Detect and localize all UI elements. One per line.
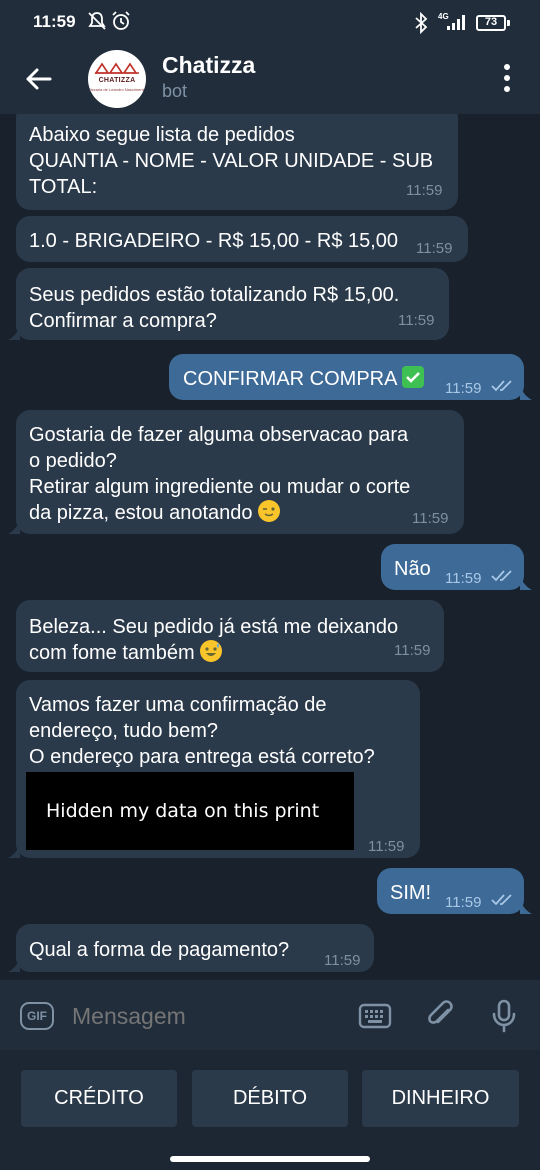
menu-dot — [504, 75, 510, 81]
message-time: 11:59 — [398, 312, 435, 329]
read-double-check-icon — [491, 894, 512, 906]
battery-level: 73 — [484, 16, 498, 28]
grinning-sweat-emoji-icon — [200, 640, 223, 662]
home-indicator[interactable] — [170, 1156, 370, 1162]
message-bubble-incoming[interactable]: Gostaria de fazer alguma observacao para… — [8, 410, 464, 534]
signal-icon — [447, 15, 465, 30]
message-text: Beleza... Seu pedido já está me deixando… — [29, 614, 398, 666]
battery-nub — [507, 20, 510, 26]
avatar[interactable]: CHATIZZA Pizzaria de Leandro Nascimento — [88, 50, 146, 108]
winking-face-emoji-icon — [258, 500, 281, 522]
message-text: Não — [394, 558, 431, 580]
message-bubble-outgoing[interactable]: CONFIRMAR COMPRA 11:59 — [169, 354, 532, 400]
gif-icon[interactable]: GIF — [20, 1002, 54, 1030]
chat-subtitle: bot — [162, 81, 188, 101]
back-arrow-icon[interactable] — [20, 60, 58, 98]
bot-keyboard-icon[interactable] — [358, 1002, 392, 1030]
avatar-logo-text: CHATIZZA — [98, 77, 136, 84]
chat-title[interactable]: Chatizza — [162, 52, 255, 79]
reply-button-credito[interactable]: CRÉDITO — [21, 1070, 177, 1127]
bubble-tail — [8, 844, 20, 858]
message-text: Seus pedidos estão totalizando R$ 15,00.… — [29, 284, 400, 332]
message-bubble-incoming[interactable]: Qual a forma de pagamento? 11:59 — [8, 924, 374, 972]
reply-button-debito[interactable]: DÉBITO — [192, 1070, 348, 1127]
message-bubble-incoming[interactable]: 1.0 - BRIGADEIRO - R$ 15,00 - R$ 15,00 1… — [16, 216, 468, 262]
message-bubble-incoming[interactable]: Beleza... Seu pedido já está me deixando… — [16, 600, 444, 672]
message-time: 11:59 — [406, 182, 443, 199]
read-double-check-icon — [491, 380, 512, 392]
more-options-icon[interactable] — [496, 62, 518, 94]
message-text: Vamos fazer uma confirmação de endereço,… — [29, 694, 375, 768]
attach-paperclip-icon[interactable] — [424, 998, 458, 1032]
pizza-logo-icon — [94, 62, 139, 74]
message-time: 11:59 — [416, 240, 453, 257]
message-bubble-outgoing[interactable]: Não 11:59 — [381, 544, 532, 590]
message-bubble-incoming[interactable]: Vamos fazer uma confirmação de endereço,… — [8, 680, 420, 858]
message-time: 11:59 — [394, 642, 431, 659]
message-time: 11:59 — [368, 838, 405, 855]
chat-header: CHATIZZA Pizzaria de Leandro Nascimento … — [0, 44, 540, 114]
message-text: Abaixo segue lista de pedidos QUANTIA - … — [29, 124, 434, 198]
message-bubble-incoming[interactable]: Seus pedidos estão totalizando R$ 15,00.… — [8, 268, 449, 340]
bluetooth-icon — [415, 12, 428, 34]
menu-dot — [504, 64, 510, 70]
bubble-tail — [520, 900, 532, 914]
bubble-tail — [520, 576, 532, 590]
reply-button-dinheiro[interactable]: DINHEIRO — [362, 1070, 519, 1127]
message-text: Gostaria de fazer alguma observacao para… — [29, 422, 410, 526]
read-double-check-icon — [491, 570, 512, 582]
mute-icon — [88, 12, 106, 30]
bubble-tail — [8, 520, 20, 534]
redacted-note: Hidden my data on this print — [46, 800, 320, 822]
message-text: 1.0 - BRIGADEIRO - R$ 15,00 - R$ 15,00 — [29, 230, 399, 252]
microphone-icon[interactable] — [490, 998, 518, 1034]
message-time: 11:59 — [445, 570, 482, 587]
bubble-tail — [8, 326, 20, 340]
reply-keyboard: CRÉDITO DÉBITO DINHEIRO — [0, 1050, 540, 1170]
battery-icon: 73 — [476, 15, 506, 31]
message-text-content: Gostaria de fazer alguma observacao para… — [29, 424, 411, 524]
message-text: CONFIRMAR COMPRA — [183, 366, 424, 392]
message-time: 11:59 — [324, 952, 361, 969]
message-list[interactable]: Abaixo segue lista de pedidos QUANTIA - … — [0, 114, 540, 980]
message-text: SIM! — [390, 882, 432, 904]
message-time: 11:59 — [412, 510, 449, 527]
message-bubble-incoming[interactable]: Abaixo segue lista de pedidos QUANTIA - … — [16, 114, 458, 210]
message-time: 11:59 — [445, 894, 482, 911]
message-time: 11:59 — [445, 380, 482, 397]
message-composer: GIF — [0, 980, 540, 1050]
check-mark-emoji-icon — [401, 366, 424, 388]
alarm-icon — [112, 11, 130, 30]
menu-dot — [504, 86, 510, 92]
status-bar: 11:59 4G 73 — [0, 0, 540, 44]
message-text-content: CONFIRMAR COMPRA — [183, 368, 397, 390]
bubble-tail — [520, 386, 532, 400]
message-input[interactable] — [72, 1000, 342, 1032]
message-bubble-outgoing[interactable]: SIM! 11:59 — [377, 868, 532, 914]
status-time: 11:59 — [33, 12, 76, 31]
message-text: Qual a forma de pagamento? — [29, 939, 290, 961]
bubble-tail — [8, 958, 20, 972]
redacted-box: Hidden my data on this print — [26, 772, 354, 850]
avatar-logo-tagline: Pizzaria de Leandro Nascimento — [88, 87, 146, 92]
